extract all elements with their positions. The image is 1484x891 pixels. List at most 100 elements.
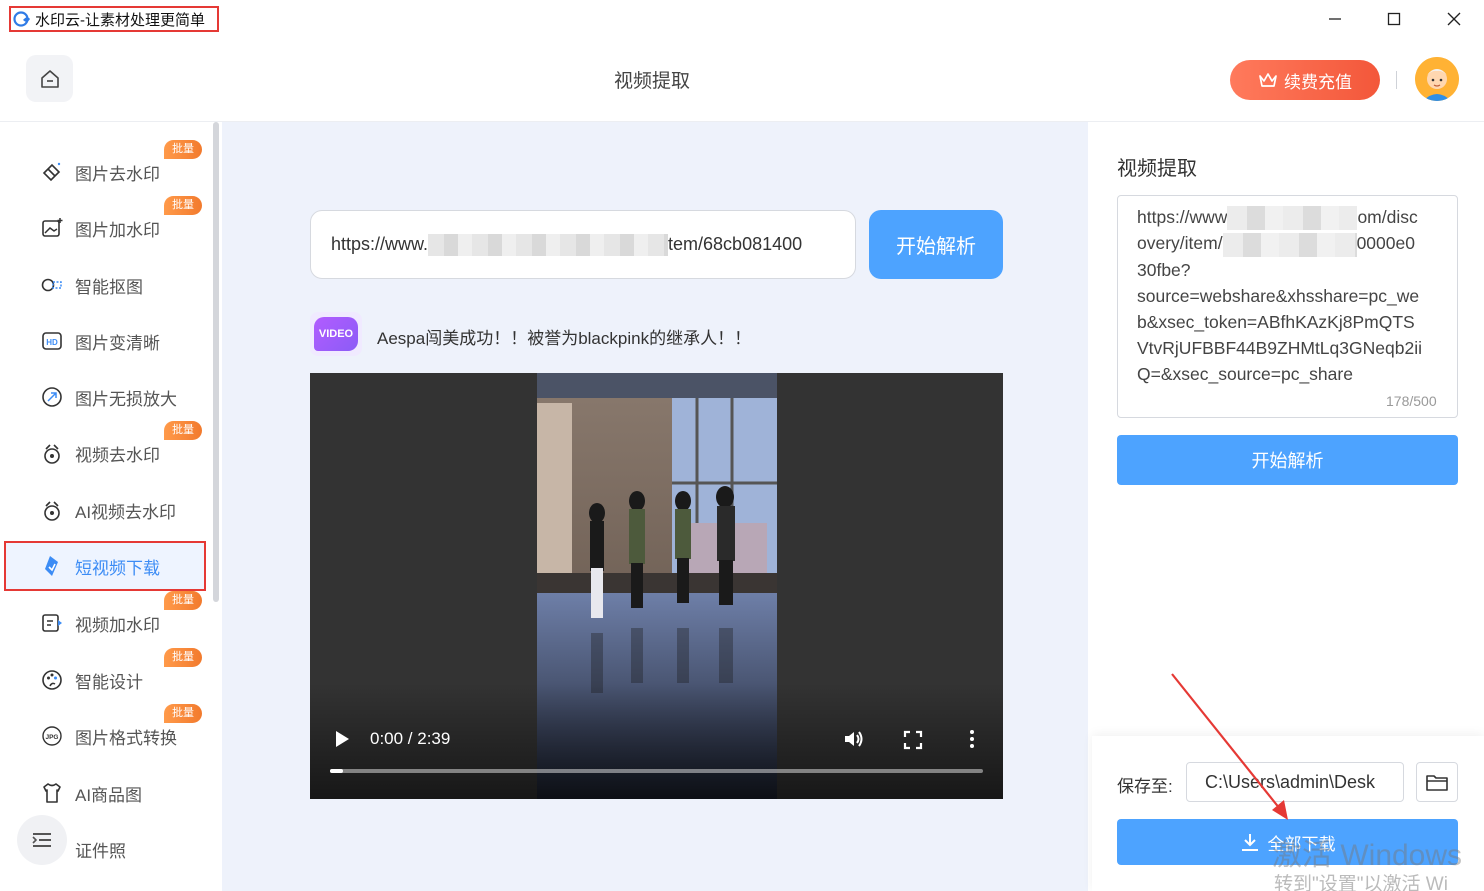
volume-icon[interactable] — [842, 727, 866, 751]
textarea-text: overy/item/ — [1137, 233, 1223, 254]
eraser-icon — [39, 159, 65, 185]
image-add-icon — [39, 215, 65, 241]
jpg-convert-icon: JPG — [39, 723, 65, 749]
right-panel-title: 视频提取 — [1117, 158, 1197, 180]
ai-video-eraser-icon — [39, 497, 65, 523]
panel-parse-button[interactable]: 开始解析 — [1117, 435, 1458, 485]
textarea-line: source=webshare&xhsshare=pc_we — [1137, 285, 1420, 306]
url-input[interactable]: https://www. tem/68cb081400 — [310, 210, 856, 279]
textarea-line: 30fbe? — [1137, 259, 1191, 280]
textarea-line: overy/item/0000e0 — [1137, 230, 1439, 257]
sidebar: 图片去水印 批量 图片加水印 批量 智能抠图 HD 图片变清晰 图片无损放大 视… — [0, 122, 222, 891]
url-prefix: https://www. — [331, 234, 429, 254]
home-button[interactable] — [26, 55, 73, 102]
title-bar: 水印云-让素材处理更简单 — [0, 0, 1484, 38]
sidebar-item-label: 智能设计 — [75, 672, 143, 692]
sidebar-item-short-video-download[interactable]: 短视频下载 — [4, 541, 206, 591]
sidebar-item-smart-design[interactable]: 智能设计 批量 — [6, 648, 204, 703]
sidebar-item-label: 智能抠图 — [75, 277, 143, 297]
recharge-button[interactable]: 续费充值 — [1230, 60, 1380, 100]
download-short-video-icon — [39, 553, 65, 579]
video-progress-bar[interactable] — [330, 769, 983, 773]
menu-collapse-icon — [32, 833, 51, 847]
page-title: 视频提取 — [613, 71, 690, 92]
avatar[interactable] — [1415, 57, 1459, 101]
sidebar-item-smart-cutout[interactable]: 智能抠图 — [6, 262, 204, 308]
sidebar-item-label: 图片无损放大 — [75, 389, 177, 409]
video-player[interactable]: 0:00 / 2:39 — [310, 373, 1003, 799]
shirt-icon — [39, 780, 65, 806]
sidebar-item-label: 图片格式转换 — [75, 728, 177, 748]
app-title: 水印云-让素材处理更简单 — [35, 11, 205, 29]
batch-badge: 批量 — [164, 704, 202, 723]
video-time: 0:00 / 2:39 — [370, 729, 451, 748]
folder-icon — [1426, 775, 1448, 791]
os-activation-watermark-subtext: 转到"设置"以激活 Wi — [1274, 874, 1448, 891]
sidebar-scrollbar[interactable] — [213, 122, 219, 602]
cutout-icon — [39, 272, 65, 298]
url-suffix: tem/68cb081400 — [668, 234, 803, 254]
minimize-button[interactable] — [1320, 4, 1350, 34]
close-button[interactable] — [1439, 4, 1469, 34]
crown-icon — [1259, 73, 1277, 87]
sidebar-item-label: 短视频下载 — [75, 558, 160, 578]
sidebar-item-image-add-watermark[interactable]: 图片加水印 批量 — [6, 196, 204, 251]
sidebar-item-video-remove-watermark[interactable]: 视频去水印 批量 — [6, 421, 204, 476]
more-options-icon[interactable] — [962, 727, 982, 751]
textarea-line: VtvRjUFBBF44B9ZHMtLq3GNeqb2ii — [1137, 337, 1422, 358]
textarea-text: https://www — [1137, 207, 1228, 227]
app-logo-icon — [13, 11, 30, 27]
close-icon — [1447, 12, 1461, 26]
browse-folder-button[interactable] — [1416, 762, 1458, 802]
sidebar-item-label: 图片变清晰 — [75, 333, 160, 353]
design-icon — [39, 667, 65, 693]
video-thumbnail-badge: VIDEO — [310, 312, 362, 356]
video-progress-fill — [330, 769, 344, 773]
video-add-icon — [39, 610, 65, 636]
sidebar-item-label: 视频加水印 — [75, 615, 160, 635]
maximize-icon — [1387, 12, 1401, 26]
hd-icon: HD — [39, 328, 65, 354]
annotation-arrow-icon — [1171, 673, 1288, 820]
app-header: 视频提取 续费充值 — [0, 38, 1484, 122]
header-divider — [1396, 71, 1397, 89]
sidebar-item-video-add-watermark[interactable]: 视频加水印 批量 — [6, 591, 204, 646]
batch-badge: 批量 — [164, 421, 202, 440]
svg-text:HD: HD — [46, 338, 58, 347]
avatar-icon — [1415, 57, 1459, 101]
textarea-text: om/disc — [1357, 207, 1418, 227]
play-icon[interactable] — [332, 727, 352, 751]
enlarge-icon — [39, 384, 65, 410]
batch-badge: 批量 — [164, 196, 202, 215]
sidebar-item-image-sharpen[interactable]: HD 图片变清晰 — [6, 318, 204, 364]
sidebar-item-label: 图片加水印 — [75, 220, 160, 240]
char-count: 178/500 — [1386, 393, 1437, 409]
video-eraser-icon — [39, 440, 65, 466]
video-title: Aespa闯美成功！！被誉为blackpink的继承人！！ — [377, 329, 752, 348]
sidebar-item-label: 视频去水印 — [75, 445, 160, 465]
link-textarea[interactable]: https://www om/disc overy/item/0000e0 30f… — [1117, 195, 1458, 418]
home-icon — [40, 69, 59, 88]
batch-badge: 批量 — [164, 140, 202, 159]
download-icon — [1241, 834, 1258, 851]
start-parse-button[interactable]: 开始解析 — [869, 210, 1003, 279]
textarea-redacted-block — [1227, 206, 1358, 231]
textarea-line: https://www om/disc — [1137, 204, 1439, 231]
sidebar-collapse-button[interactable] — [17, 815, 67, 865]
batch-badge: 批量 — [164, 648, 202, 667]
sidebar-item-label: 图片去水印 — [75, 164, 160, 184]
sidebar-item-image-enlarge[interactable]: 图片无损放大 — [6, 374, 204, 420]
app-title-box: 水印云-让素材处理更简单 — [9, 6, 219, 32]
sidebar-item-label: AI商品图 — [75, 785, 143, 805]
recharge-label: 续费充值 — [1284, 72, 1352, 92]
fullscreen-icon[interactable] — [902, 729, 924, 751]
textarea-text: 0000e0 — [1356, 233, 1415, 254]
maximize-button[interactable] — [1379, 4, 1409, 34]
sidebar-item-ai-product-image[interactable]: AI商品图 — [6, 770, 204, 816]
sidebar-item-image-format-convert[interactable]: JPG 图片格式转换 批量 — [6, 704, 204, 759]
os-activation-watermark: 激活 Windows — [1272, 839, 1463, 872]
batch-badge: 批量 — [164, 591, 202, 610]
sidebar-item-image-remove-watermark[interactable]: 图片去水印 批量 — [6, 140, 204, 195]
textarea-redacted-block — [1222, 232, 1357, 257]
sidebar-item-ai-video-remove-watermark[interactable]: AI视频去水印 — [6, 487, 204, 533]
